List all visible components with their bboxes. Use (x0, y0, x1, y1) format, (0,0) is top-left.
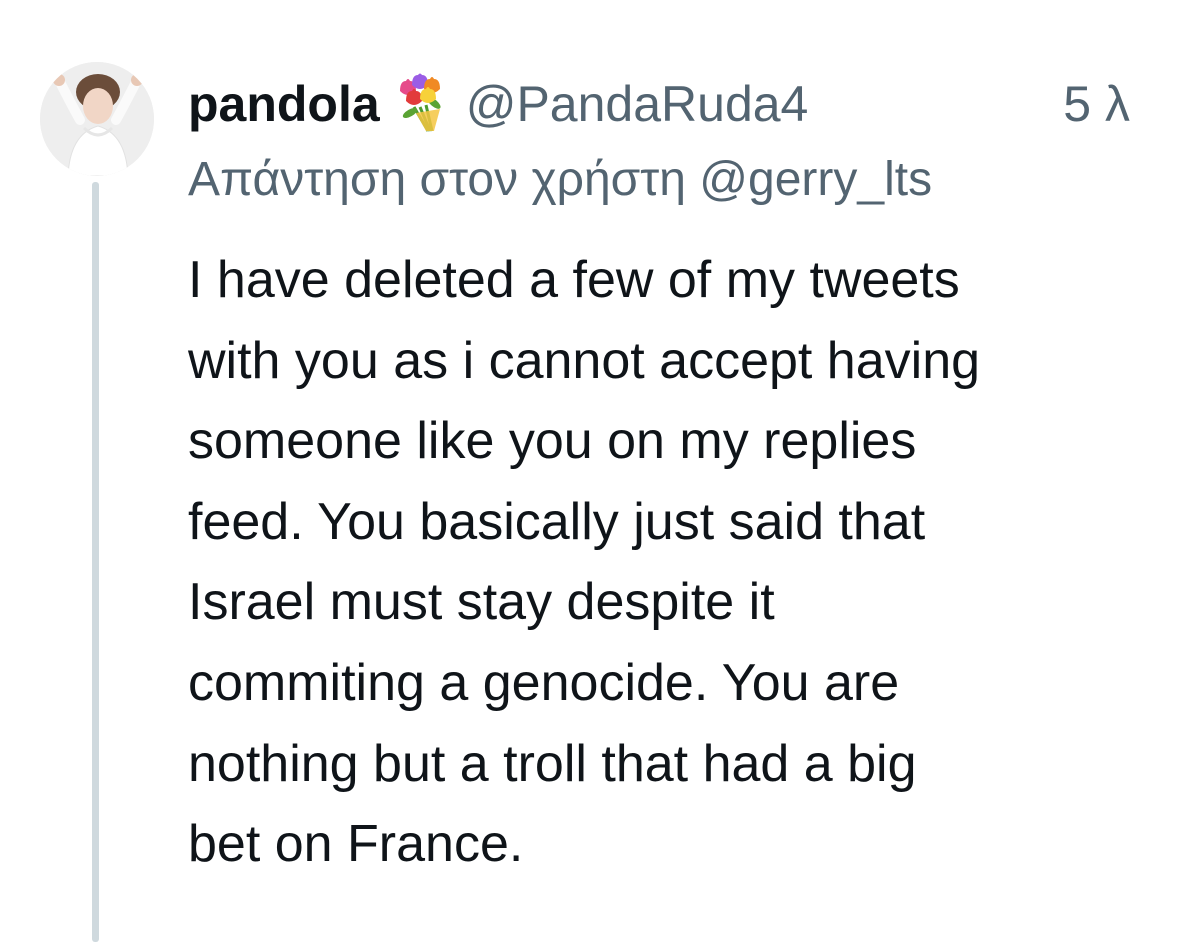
tweet-timestamp[interactable]: 5 λ (1063, 75, 1130, 133)
reply-mention-link[interactable]: @gerry_lts (699, 153, 932, 206)
tweet-text-line: feed. You basically just said that (188, 492, 926, 551)
tweet-text-line: I have deleted a few of my tweets (188, 251, 960, 309)
tweet-text-line: with you as i cannot accept having (188, 331, 981, 390)
bouquet-emoji-icon (390, 73, 452, 135)
display-name[interactable]: pandola (188, 75, 380, 133)
tweet-text-line: Israel must stay despite it (188, 573, 775, 632)
tweet-text-line: nothing but a troll that had a big (188, 734, 917, 793)
replying-to: Απάντηση στον χρήστη @gerry_lts (188, 152, 932, 207)
tweet-text-line: commiting a genocide. You are (188, 653, 900, 712)
reply-tweet[interactable]: pandola @PandaRuda4 5 λ Απάντηση στον χρ… (0, 0, 1200, 942)
avatar[interactable] (40, 62, 154, 176)
user-handle[interactable]: @PandaRuda4 (466, 75, 809, 133)
reply-prefix: Απάντηση στον χρήστη (188, 153, 686, 206)
tweet-header: pandola @PandaRuda4 5 λ (188, 72, 1168, 136)
thread-line (92, 182, 99, 942)
tweet-text-line: someone like you on my replies (188, 412, 917, 471)
tweet-text: I have deleted a few of my tweets with y… (188, 240, 1188, 885)
tweet-text-line: bet on France. (188, 815, 524, 874)
